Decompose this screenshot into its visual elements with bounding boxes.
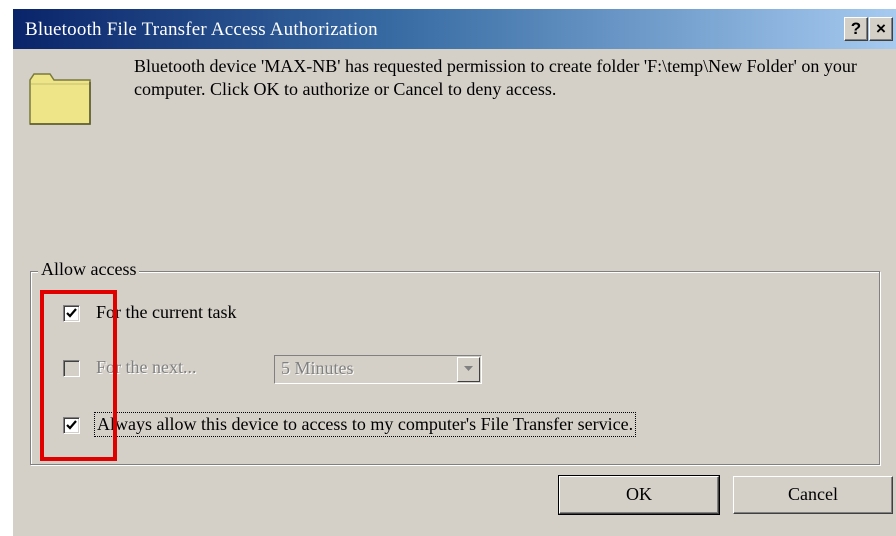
ok-button[interactable]: OK [558,475,720,515]
folder-icon [29,73,91,125]
current-task-label[interactable]: For the current task [96,302,236,323]
chevron-down-icon [464,366,473,371]
checkbox-highlight-box [40,290,117,461]
title-bar[interactable]: Bluetooth File Transfer Access Authoriza… [13,9,896,49]
window-title: Bluetooth File Transfer Access Authoriza… [25,19,378,40]
permission-message: Bluetooth device 'MAX-NB' has requested … [134,56,857,99]
cancel-button[interactable]: Cancel [733,476,893,514]
close-button[interactable]: × [869,17,893,41]
duration-select[interactable]: 5 Minutes [274,355,482,384]
duration-dropdown-button[interactable] [457,357,480,382]
duration-value: 5 Minutes [281,358,354,378]
allow-access-legend: Allow access [38,259,140,280]
help-button[interactable]: ? [844,17,868,41]
always-allow-label[interactable]: Always allow this device to access to my… [93,412,637,437]
